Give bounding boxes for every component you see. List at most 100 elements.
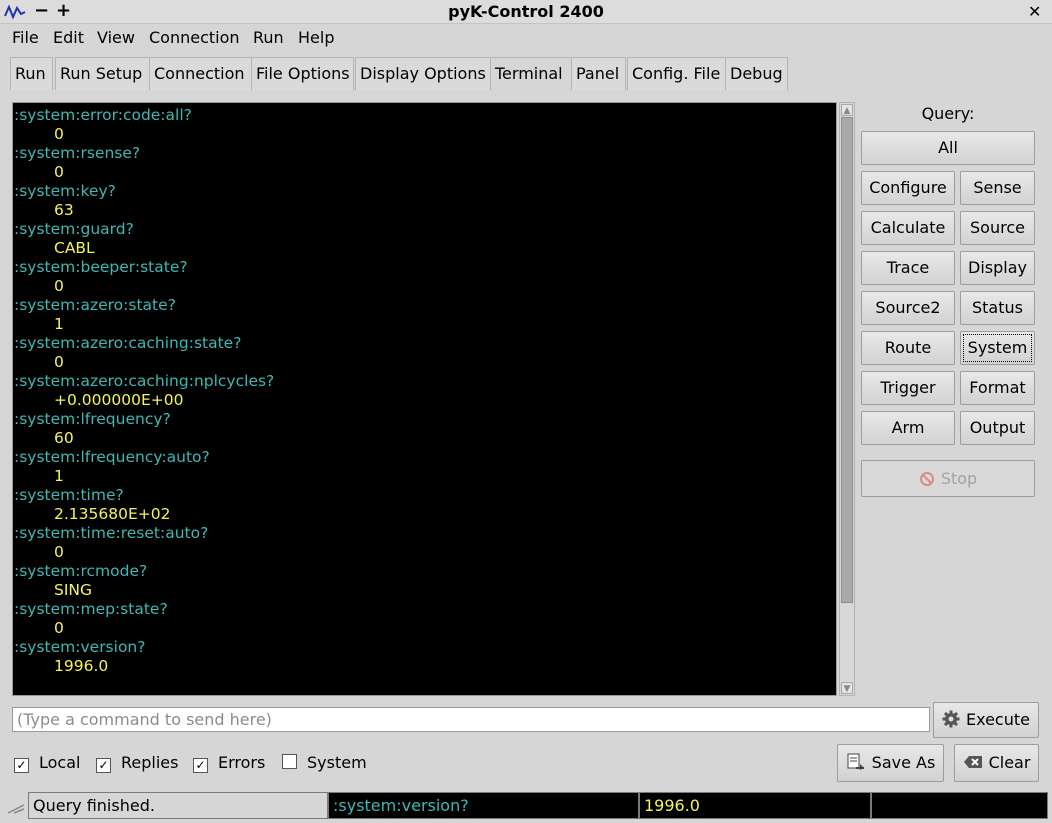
- terminal-command: :system:time?: [14, 486, 124, 504]
- query-arm-button[interactable]: Arm: [861, 411, 955, 445]
- terminal-reply: 0: [54, 353, 64, 371]
- query-format-button[interactable]: Format: [960, 371, 1035, 405]
- terminal-command: :system:azero:caching:nplcycles?: [14, 372, 275, 390]
- menu-help[interactable]: Help: [298, 28, 334, 47]
- errors-checkbox[interactable]: ✓ Errors: [193, 753, 265, 773]
- terminal-reply: 2.135680E+02: [54, 505, 171, 523]
- save-as-label: Save As: [871, 753, 936, 772]
- query-label: Query:: [921, 104, 975, 123]
- terminal-command: :system:mep:state?: [14, 600, 168, 618]
- local-checkbox[interactable]: ✓ Local: [14, 753, 80, 773]
- menu-file[interactable]: File: [12, 28, 39, 47]
- scrollbar-thumb[interactable]: [841, 117, 853, 603]
- clear-button[interactable]: Clear: [954, 744, 1039, 782]
- terminal-command: :system:rsense?: [14, 144, 141, 162]
- system-checkbox[interactable]: System: [282, 753, 367, 773]
- checkbox-box[interactable]: ✓: [96, 758, 111, 773]
- query-calculate-button[interactable]: Calculate: [861, 211, 955, 245]
- checkbox-label: Errors: [218, 753, 266, 772]
- menu-view[interactable]: View: [97, 28, 135, 47]
- terminal-reply: 63: [54, 201, 74, 219]
- query-output-button[interactable]: Output: [960, 411, 1035, 445]
- scroll-up-icon[interactable]: ▲: [841, 104, 853, 116]
- checkbox-label: Local: [39, 753, 81, 772]
- terminal-command: :system:time:reset:auto?: [14, 524, 209, 542]
- replies-checkbox[interactable]: ✓ Replies: [96, 753, 178, 773]
- menu-run[interactable]: Run: [253, 28, 284, 47]
- terminal-reply: 1: [54, 467, 64, 485]
- status-bar: Query finished. :system:version? 1996.0: [0, 791, 1052, 823]
- query-sense-button[interactable]: Sense: [960, 171, 1035, 205]
- tab-terminal[interactable]: Terminal: [490, 57, 577, 90]
- save-as-button[interactable]: Save As: [837, 744, 944, 782]
- close-icon[interactable]: ✕: [1028, 2, 1041, 21]
- terminal-scrollbar[interactable]: ▲ ▼: [839, 102, 855, 696]
- terminal-command: :system:error:code:all?: [14, 106, 192, 124]
- execute-button-label: Execute: [966, 710, 1030, 729]
- terminal-reply: SING: [54, 581, 93, 599]
- query-system-button[interactable]: System: [960, 331, 1035, 365]
- tab-panel[interactable]: Panel: [571, 57, 626, 90]
- query-trace-button[interactable]: Trace: [861, 251, 955, 285]
- window-title: pyK-Control 2400: [448, 2, 604, 21]
- status-extra-field: [871, 792, 1048, 819]
- status-last-command: :system:version?: [328, 792, 639, 819]
- terminal-command: :system:lfrequency:auto?: [14, 448, 210, 466]
- tab-config-file[interactable]: Config. File: [627, 57, 726, 90]
- gear-icon: [942, 710, 960, 728]
- terminal-reply: 0: [54, 163, 64, 181]
- menu-edit[interactable]: Edit: [53, 28, 84, 47]
- query-trigger-button[interactable]: Trigger: [861, 371, 955, 405]
- terminal-command: :system:azero:caching:state?: [14, 334, 242, 352]
- terminal-command: :system:guard?: [14, 220, 134, 238]
- terminal-reply: 1: [54, 315, 64, 333]
- tab-run-setup[interactable]: Run Setup: [55, 57, 157, 90]
- terminal-reply: 0: [54, 619, 64, 637]
- query-source-button[interactable]: Source: [960, 211, 1035, 245]
- terminal-reply: 1996.0: [54, 657, 109, 675]
- terminal-command: :system:version?: [14, 638, 146, 656]
- terminal-command: :system:azero:state?: [14, 296, 176, 314]
- terminal-reply: 0: [54, 543, 64, 561]
- tab-connection[interactable]: Connection: [149, 57, 253, 90]
- checkbox-label: System: [307, 753, 367, 772]
- terminal-command: :system:beeper:state?: [14, 258, 188, 276]
- tab-display-options[interactable]: Display Options: [355, 57, 497, 90]
- menu-bar: File Edit View Connection Run Help: [0, 24, 1052, 52]
- execute-button[interactable]: Execute: [933, 702, 1039, 738]
- status-last-reply: 1996.0: [639, 792, 871, 819]
- terminal-reply: 60: [54, 429, 74, 447]
- terminal-reply: 0: [54, 125, 64, 143]
- terminal-reply: +0.000000E+00: [54, 391, 184, 409]
- query-display-button[interactable]: Display: [960, 251, 1035, 285]
- scroll-down-icon[interactable]: ▼: [841, 682, 853, 694]
- checkbox-box[interactable]: [282, 754, 297, 769]
- stop-button-label: Stop: [940, 469, 978, 488]
- terminal-reply: 0: [54, 277, 64, 295]
- query-configure-button[interactable]: Configure: [861, 171, 955, 205]
- tab-file-options[interactable]: File Options: [251, 57, 354, 90]
- terminal-output[interactable]: :system:error:code:all? 0 :system:rsense…: [12, 102, 837, 696]
- stop-button[interactable]: Stop: [861, 460, 1035, 497]
- query-route-button[interactable]: Route: [861, 331, 955, 365]
- terminal-command: :system:key?: [14, 182, 116, 200]
- tab-debug[interactable]: Debug: [725, 57, 788, 90]
- checkbox-box[interactable]: ✓: [14, 758, 29, 773]
- terminal-command: :system:lfrequency?: [14, 410, 171, 428]
- clear-label: Clear: [988, 753, 1031, 772]
- checkbox-label: Replies: [121, 753, 179, 772]
- save-as-icon: [847, 753, 864, 770]
- query-status-button[interactable]: Status: [960, 291, 1035, 325]
- resize-grip-icon[interactable]: [6, 797, 26, 815]
- query-all-button[interactable]: All: [861, 131, 1035, 165]
- stop-icon: [919, 472, 934, 486]
- checkbox-box[interactable]: ✓: [193, 758, 208, 773]
- tab-run[interactable]: Run: [10, 57, 53, 90]
- menu-connection[interactable]: Connection: [149, 28, 240, 47]
- title-bar: − + pyK-Control 2400 ✕: [0, 0, 1052, 24]
- terminal-reply: CABL: [54, 239, 95, 257]
- query-source2-button[interactable]: Source2: [861, 291, 955, 325]
- command-input[interactable]: [12, 707, 930, 732]
- terminal-command: :system:rcmode?: [14, 562, 148, 580]
- status-message: Query finished.: [28, 792, 328, 819]
